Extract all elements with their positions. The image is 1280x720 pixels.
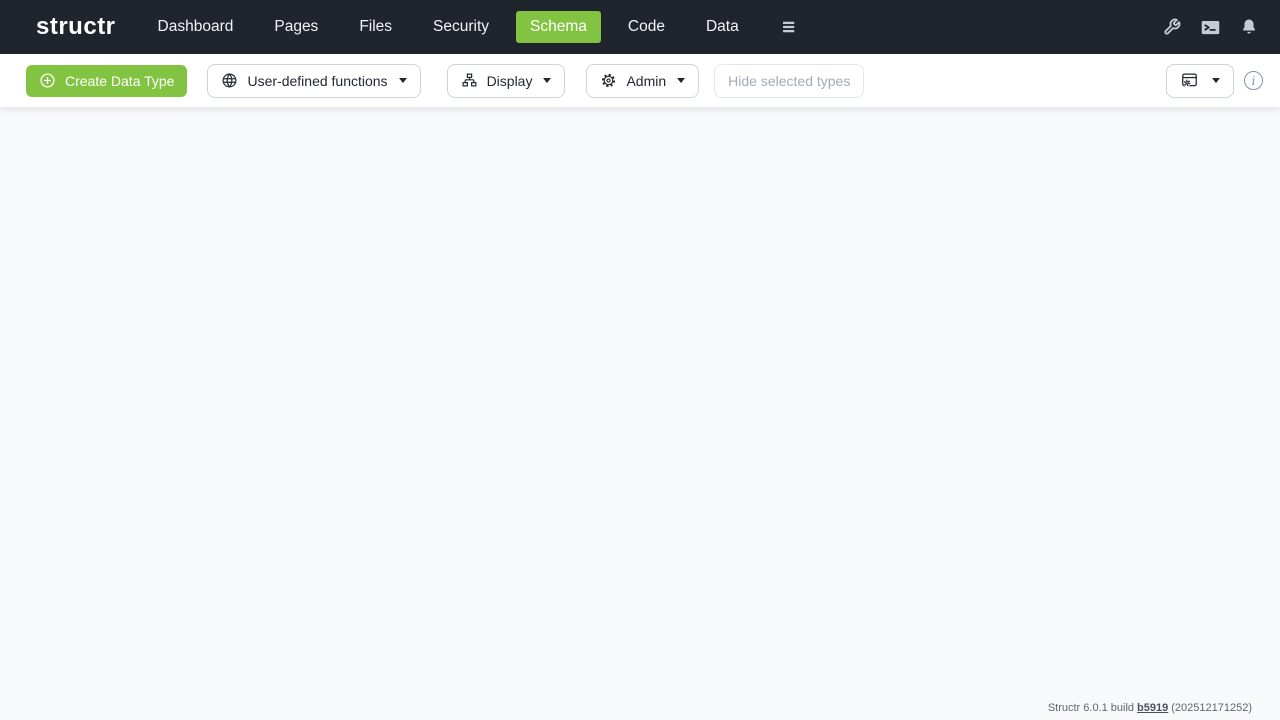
hide-selected-types-label: Hide selected types — [728, 72, 851, 89]
wrench-icon[interactable] — [1163, 18, 1181, 36]
build-timestamp: (202512171252) — [1171, 702, 1252, 714]
admin-dropdown[interactable]: Admin — [586, 63, 700, 98]
hierarchy-icon — [461, 72, 478, 89]
version-text: Structr 6.0.1 build — [1047, 702, 1135, 714]
toolbar-right-group: i — [1166, 63, 1266, 98]
schema-canvas[interactable]: Structr 6.0.1 build b5919 (202512171252) — [0, 107, 1280, 720]
globe-icon — [221, 72, 238, 89]
nav-item-pages[interactable]: Pages — [274, 18, 318, 36]
structr-logo: structr — [36, 13, 116, 40]
nav-item-data[interactable]: Data — [706, 18, 739, 36]
schema-toolbar: Create Data Type User-defined functions … — [0, 54, 1280, 107]
build-link[interactable]: b5919 — [1137, 702, 1168, 714]
nav-item-dashboard[interactable]: Dashboard — [158, 18, 234, 36]
create-data-type-button[interactable]: Create Data Type — [26, 64, 188, 97]
hide-selected-types-button[interactable]: Hide selected types — [714, 63, 865, 98]
admin-label: Admin — [626, 72, 667, 89]
display-label: Display — [486, 72, 533, 89]
plus-circle-icon — [39, 72, 56, 89]
chevron-down-icon — [677, 78, 686, 83]
create-data-type-label: Create Data Type — [65, 72, 175, 89]
user-defined-functions-dropdown[interactable]: User-defined functions — [207, 63, 421, 98]
nav-item-files[interactable]: Files — [359, 18, 392, 36]
nav-item-security[interactable]: Security — [433, 18, 489, 36]
bell-icon[interactable] — [1240, 18, 1258, 36]
nav-item-schema[interactable]: Schema — [516, 11, 601, 43]
nav-item-code[interactable]: Code — [628, 18, 665, 36]
chevron-down-icon — [543, 78, 552, 83]
top-navbar: structr Dashboard Pages Files Security S… — [0, 0, 1280, 54]
terminal-icon[interactable] — [1200, 17, 1221, 38]
gear-icon — [600, 72, 617, 89]
chevron-down-icon — [398, 78, 407, 83]
layout-settings-icon — [1180, 71, 1199, 90]
info-icon[interactable]: i — [1244, 71, 1263, 90]
display-dropdown[interactable]: Display — [446, 63, 566, 98]
hamburger-menu-icon[interactable] — [780, 18, 798, 36]
user-defined-functions-label: User-defined functions — [247, 72, 388, 89]
layout-settings-dropdown[interactable] — [1166, 63, 1234, 98]
version-footer: Structr 6.0.1 build b5919 (202512171252) — [1048, 702, 1252, 714]
chevron-down-icon — [1212, 78, 1220, 83]
navbar-right-icons — [1163, 17, 1258, 38]
main-navigation: Dashboard Pages Files Security Schema Co… — [158, 11, 798, 43]
